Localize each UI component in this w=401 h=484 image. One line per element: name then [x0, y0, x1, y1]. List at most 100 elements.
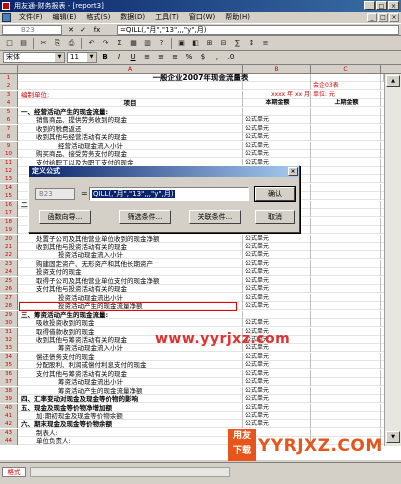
- cell-a[interactable]: 投资活动现金流入小计: [18, 251, 243, 260]
- cell-a[interactable]: 分配股利、利润或偿付利息支付的现金: [18, 361, 243, 370]
- cell-b[interactable]: 公式单元: [243, 285, 311, 294]
- cell-c[interactable]: [311, 166, 381, 175]
- menu-tools[interactable]: 工具(T): [150, 12, 184, 23]
- align-center-button[interactable]: ≡: [155, 52, 167, 63]
- menu-window[interactable]: 窗口(W): [184, 12, 220, 23]
- italic-button[interactable]: I: [113, 52, 125, 63]
- autosum-icon[interactable]: ∑: [231, 37, 244, 49]
- cell-b[interactable]: [243, 107, 311, 116]
- cell-c[interactable]: [311, 74, 381, 82]
- undo-icon[interactable]: ↶: [85, 37, 98, 49]
- cell-a[interactable]: 四、汇率变动对现金及现金等价物的影响: [18, 395, 243, 404]
- sort-icon[interactable]: ↕: [245, 37, 258, 49]
- row-number[interactable]: 15: [0, 192, 18, 201]
- cell-c[interactable]: [311, 192, 381, 201]
- cell-a[interactable]: 收到其他与投资活动有关的现金: [18, 243, 243, 251]
- row-number[interactable]: 1: [0, 74, 18, 82]
- row-number[interactable]: 8: [0, 133, 18, 142]
- dialog-close-button[interactable]: ×: [288, 167, 298, 176]
- row-number[interactable]: 33: [0, 344, 18, 353]
- row-number[interactable]: 41: [0, 412, 18, 420]
- row-number[interactable]: 14: [0, 183, 18, 192]
- row-number[interactable]: 39: [0, 395, 18, 404]
- cell-a[interactable]: 经营活动现金流入小计: [18, 141, 243, 150]
- cell-reference-box[interactable]: B23: [2, 25, 62, 35]
- row-number[interactable]: 26: [0, 285, 18, 294]
- doc-close-button[interactable]: ×: [389, 13, 399, 22]
- cell-b[interactable]: 公式单元: [243, 150, 311, 159]
- cell-a[interactable]: 项目: [18, 99, 243, 108]
- row-number[interactable]: 12: [0, 166, 18, 175]
- row-number[interactable]: 36: [0, 369, 18, 378]
- doc-restore-button[interactable]: □: [378, 13, 388, 22]
- percent-button[interactable]: %: [183, 52, 195, 63]
- row-number[interactable]: 42: [0, 420, 18, 429]
- cell-a[interactable]: 三、筹资活动产生的现金流量:: [18, 310, 243, 319]
- cell-c[interactable]: [311, 403, 381, 412]
- cell-b[interactable]: 公式单元: [243, 234, 311, 243]
- cell-a[interactable]: 购建固定资产、无形资产和其他长期资产: [18, 259, 243, 268]
- sum-icon[interactable]: Σ: [113, 37, 126, 49]
- column-a-header[interactable]: A: [18, 65, 243, 74]
- table-icon[interactable]: ▦: [127, 37, 140, 49]
- cell-a[interactable]: [18, 82, 243, 91]
- cell-c[interactable]: [311, 175, 381, 184]
- cell-c[interactable]: [311, 395, 381, 404]
- cell-a[interactable]: 收到其他与经营活动有关的现金: [18, 133, 243, 142]
- row-number[interactable]: 35: [0, 361, 18, 370]
- cell-b[interactable]: 公式单元: [243, 361, 311, 370]
- column-c-header[interactable]: C: [311, 65, 381, 74]
- cell-c[interactable]: [311, 344, 381, 353]
- cell-b[interactable]: 公式单元: [243, 293, 311, 302]
- menu-edit[interactable]: 编辑(E): [48, 12, 82, 23]
- font-size-select[interactable]: 11 ▼: [67, 52, 97, 63]
- cell-c[interactable]: [311, 293, 381, 302]
- cell-a[interactable]: 购买商品、接受劳务支付的现金: [18, 150, 243, 159]
- cell-b[interactable]: 公式单元: [243, 319, 311, 328]
- cell-a[interactable]: 单位负责人:: [18, 437, 243, 446]
- row-number[interactable]: 27: [0, 293, 18, 302]
- cell-c[interactable]: [311, 310, 381, 319]
- row-number[interactable]: 18: [0, 217, 18, 226]
- row-number[interactable]: 37: [0, 378, 18, 387]
- relation-condition-button[interactable]: 关联条件...: [189, 210, 241, 224]
- row-number[interactable]: 19: [0, 226, 18, 235]
- cell-b[interactable]: 公式单元: [243, 369, 311, 378]
- cell-c[interactable]: [311, 133, 381, 142]
- thousands-button[interactable]: ,: [211, 52, 223, 63]
- new-icon[interactable]: □: [3, 37, 16, 49]
- row-number[interactable]: 31: [0, 327, 18, 336]
- vertical-scrollbar[interactable]: ▲ ▼: [384, 74, 401, 446]
- cell-c[interactable]: [311, 141, 381, 150]
- cell-c[interactable]: [311, 276, 381, 285]
- cell-b[interactable]: 公式单元: [243, 412, 311, 420]
- row-number[interactable]: 20: [0, 234, 18, 243]
- row-number[interactable]: 5: [0, 107, 18, 116]
- cell-c[interactable]: [311, 352, 381, 361]
- row-number[interactable]: 34: [0, 352, 18, 361]
- cell-c[interactable]: [311, 107, 381, 116]
- row-number[interactable]: 29: [0, 310, 18, 319]
- cell-a[interactable]: 收到的税费返还: [18, 124, 243, 133]
- filter-condition-button[interactable]: 筛选条件...: [119, 210, 171, 224]
- currency-button[interactable]: $: [197, 52, 209, 63]
- cell-b[interactable]: [243, 74, 311, 82]
- border-icon[interactable]: ◧: [189, 37, 202, 49]
- confirm-button[interactable]: 确认: [254, 186, 296, 202]
- redo-icon[interactable]: ↷: [99, 37, 112, 49]
- cell-c[interactable]: [311, 386, 381, 395]
- underline-button[interactable]: U: [127, 52, 139, 63]
- row-number[interactable]: 16: [0, 200, 18, 209]
- row-number[interactable]: 7: [0, 124, 18, 133]
- format-icon[interactable]: ▣: [175, 37, 188, 49]
- cell-b[interactable]: 本期金额: [243, 99, 311, 108]
- row-number[interactable]: 44: [0, 437, 18, 446]
- cell-c[interactable]: 单位: 元: [311, 90, 381, 99]
- cell-b[interactable]: 公式单元: [243, 395, 311, 404]
- cell-a[interactable]: 处置子公司及其他营业单位收到的现金净额: [18, 234, 243, 243]
- cell-c[interactable]: [311, 251, 381, 260]
- cancel-edit-icon[interactable]: ✕: [66, 25, 76, 35]
- doc-minimize-button[interactable]: _: [367, 13, 377, 22]
- cell-a[interactable]: 六、期末现金及现金等价物余额: [18, 420, 243, 429]
- copy-icon[interactable]: ⎘: [51, 37, 64, 49]
